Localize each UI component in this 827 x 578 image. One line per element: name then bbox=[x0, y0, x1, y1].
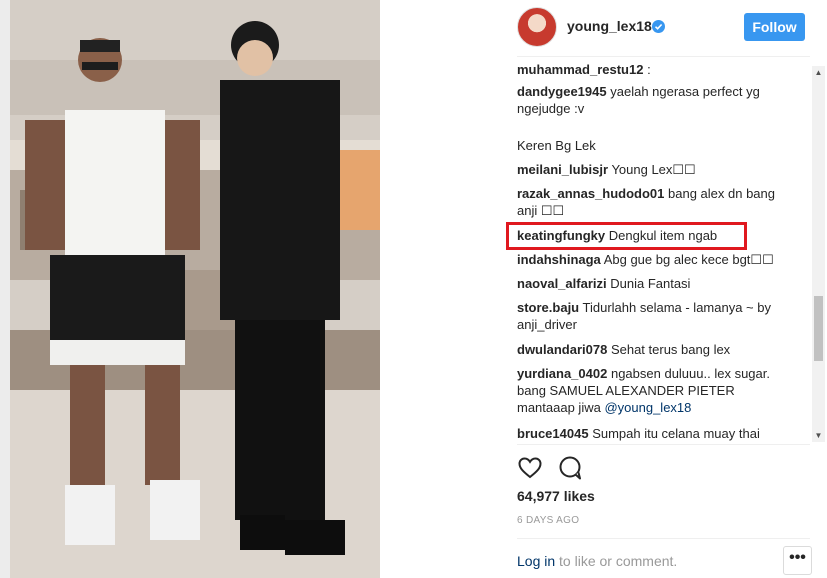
scroll-thumb[interactable] bbox=[814, 296, 823, 361]
list-item: Keren Bg Lek bbox=[517, 137, 792, 154]
list-item: dwulandari078 Sehat terus bang lex bbox=[517, 341, 792, 358]
comment-mention[interactable]: @young_lex18 bbox=[604, 400, 691, 415]
follow-button[interactable]: Follow bbox=[744, 13, 805, 41]
heart-icon[interactable] bbox=[517, 455, 543, 481]
list-item: indahshinaga Abg gue bg alec kece bgt☐☐ bbox=[517, 251, 792, 268]
comments-scrollbar[interactable]: ▲ ▼ bbox=[812, 66, 825, 442]
footer-divider bbox=[517, 538, 810, 539]
comment-text: Sehat terus bang lex bbox=[610, 342, 731, 357]
post-username[interactable]: young_lex18 bbox=[567, 18, 652, 34]
login-prompt-text: to like or comment. bbox=[555, 553, 678, 569]
comment-author[interactable]: bruce14045 bbox=[517, 426, 589, 441]
login-prompt: Log in to like or comment. bbox=[517, 553, 677, 569]
list-item: dandygee1945 yaelah ngerasa perfect yg n… bbox=[517, 83, 792, 117]
post-actions bbox=[517, 455, 597, 481]
comment-author[interactable]: yurdiana_0402 bbox=[517, 366, 607, 381]
comment-author[interactable]: dwulandari078 bbox=[517, 342, 607, 357]
comment-author[interactable]: razak_annas_hudodo01 bbox=[517, 186, 664, 201]
comment-text: : bbox=[647, 62, 651, 77]
comment-author[interactable]: meilani_lubisjr bbox=[517, 162, 608, 177]
photo-margin bbox=[380, 0, 500, 578]
list-item: yurdiana_0402 ngabsen duluuu.. lex sugar… bbox=[517, 365, 792, 416]
list-item: razak_annas_hudodo01 bang alex dn bang a… bbox=[517, 185, 792, 219]
post-header: young_lex18 Follow bbox=[500, 0, 827, 56]
heart-icon-graphic bbox=[518, 457, 542, 479]
comment-author[interactable]: dandygee1945 bbox=[517, 84, 607, 99]
comment-author[interactable]: indahshinaga bbox=[517, 252, 601, 267]
comment-bubble-icon[interactable] bbox=[557, 455, 583, 481]
comment-author[interactable]: naoval_alfarizi bbox=[517, 276, 607, 291]
comment-text: Keren Bg Lek bbox=[517, 138, 596, 153]
list-item: naoval_alfarizi Dunia Fantasi bbox=[517, 275, 792, 292]
comment-text: Dunia Fantasi bbox=[610, 276, 691, 291]
background-strip bbox=[0, 0, 10, 578]
comment-text: Sumpah itu celana muay thai bbox=[592, 426, 760, 441]
login-link[interactable]: Log in bbox=[517, 553, 555, 569]
highlight-box bbox=[506, 222, 747, 250]
post-timestamp[interactable]: 6 DAYS AGO bbox=[517, 515, 579, 526]
comment-text: Young Lex☐☐ bbox=[611, 162, 696, 177]
list-item: bruce14045 Sumpah itu celana muay thai bbox=[517, 425, 792, 442]
scroll-up-arrow-icon[interactable]: ▲ bbox=[812, 66, 825, 79]
scroll-down-arrow-icon[interactable]: ▼ bbox=[812, 429, 825, 442]
more-options-icon[interactable]: ••• bbox=[783, 546, 812, 575]
comment-text: Abg gue bg alec kece bgt☐☐ bbox=[603, 252, 774, 267]
post-photo bbox=[10, 0, 380, 578]
list-item: meilani_lubisjr Young Lex☐☐ bbox=[517, 161, 792, 178]
comment-icon-graphic bbox=[559, 456, 581, 480]
likes-count[interactable]: 64,977 likes bbox=[517, 488, 595, 504]
list-item: muhammad_restu12 : bbox=[517, 61, 792, 78]
comment-author[interactable]: store.baju bbox=[517, 300, 579, 315]
avatar[interactable] bbox=[517, 7, 557, 47]
verified-badge-icon bbox=[652, 20, 665, 33]
comment-author[interactable]: muhammad_restu12 bbox=[517, 62, 643, 77]
comments-divider bbox=[517, 444, 810, 445]
list-item: store.baju Tidurlahh selama - lamanya ~ … bbox=[517, 299, 792, 333]
photo-illustration bbox=[10, 0, 380, 578]
post-details-panel: young_lex18 Follow muhammad_restu12 : da… bbox=[500, 0, 827, 578]
